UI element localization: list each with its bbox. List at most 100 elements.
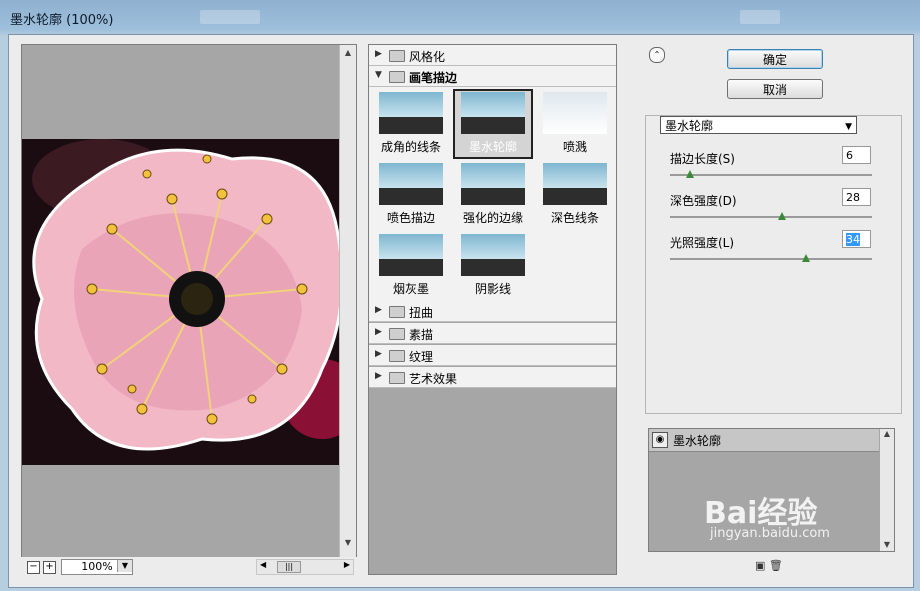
filter-select[interactable]: 墨水轮廓 ▼ [660,116,857,134]
slider-track[interactable] [670,216,872,218]
param-dark-intensity: 深色强度(D) 28 [670,188,875,232]
category-distort[interactable]: ▶ 扭曲 [369,301,616,322]
titlebar-ghost-2 [740,10,780,24]
param-stroke-length: 描边长度(S) 6 [670,146,875,190]
param-label: 深色强度(D) [670,194,737,208]
filter-thumbnails: 成角的线条 墨水轮廓 喷溅 喷色描边 强化的边缘 深色线条 烟灰墨 阴影线 [369,87,616,301]
filter-preview-icon [461,234,525,276]
category-label: 扭曲 [409,306,434,320]
category-label: 风格化 [409,50,446,64]
title-bar: 墨水轮廓 (100%) [0,0,920,34]
filter-thumb-dark-strokes[interactable]: 深色线条 [535,160,615,230]
filter-thumb-ink-outlines[interactable]: 墨水轮廓 [453,89,533,159]
scroll-left-icon[interactable]: ◀ [260,560,266,569]
scroll-up-icon[interactable]: ▲ [880,429,894,438]
param-light-intensity: 光照强度(L) 34 [670,230,875,274]
expand-arrow-icon: ▶ [375,49,382,59]
category-artistic[interactable]: ▶ 艺术效果 [369,367,616,388]
filter-thumb-crosshatch[interactable]: 阴影线 [453,231,533,301]
category-label: 画笔描边 [409,71,458,85]
delete-layer-icon[interactable]: 🗑 [769,559,783,572]
category-texture[interactable]: ▶ 纹理 [369,345,616,366]
stroke-length-input[interactable]: 6 [842,146,871,164]
layer-buttons: ▣ 🗑 [755,559,783,572]
category-brush-strokes[interactable]: ▼ 画笔描边 [369,66,616,87]
filter-params-panel: 墨水轮廓 ▼ 描边长度(S) 6 深色强度(D) 28 光照强度(L) 34 [645,115,902,414]
thumb-caption: 喷色描边 [386,211,435,225]
thumb-caption: 阴影线 [474,282,511,296]
filter-preview-icon [379,234,443,276]
zoom-dropdown-icon[interactable]: ▼ [117,560,132,572]
slider-track[interactable] [670,174,872,176]
expand-arrow-icon: ▶ [375,327,382,337]
filter-preview-icon [461,163,525,205]
scroll-right-icon[interactable]: ▶ [344,560,350,569]
layers-scrollbar[interactable]: ▲ ▼ [880,429,894,551]
preview-image [22,139,342,465]
preview-panel[interactable]: ▲ ▼ [21,44,357,559]
ok-button[interactable]: 确定 [727,49,823,69]
effect-layer-name: 墨水轮廓 [673,434,722,448]
folder-icon [389,372,405,384]
folder-icon [389,306,405,318]
folder-icon [389,71,405,83]
folder-icon [389,328,405,340]
category-stylize[interactable]: ▶ 风格化 [369,45,616,66]
effect-layer[interactable]: ◉ 墨水轮廓 [649,429,879,452]
filter-preview-icon [379,92,443,134]
window-title: 墨水轮廓 (100%) [10,13,114,28]
filter-select-value: 墨水轮廓 [665,119,714,133]
filter-preview-icon [461,92,525,134]
param-value: 28 [846,191,860,204]
slider-knob[interactable] [686,170,694,178]
zoom-in-button[interactable]: + [43,561,56,574]
scroll-down-icon[interactable]: ▼ [340,535,356,551]
slider-track[interactable] [670,258,872,260]
filter-thumb-angled-strokes[interactable]: 成角的线条 [371,89,451,159]
collapse-gallery-icon[interactable]: ⌃ [649,47,665,63]
filter-thumb-spatter[interactable]: 喷溅 [535,89,615,159]
filter-preview-icon [543,163,607,205]
scroll-thumb[interactable]: ||| [277,561,301,573]
dialog-window: 墨水轮廓 (100%) ▲ ▼ − + 100% ▼ ◀ ||| ▶ ▶ 风格化… [0,0,920,591]
category-label: 艺术效果 [409,372,458,386]
scroll-up-icon[interactable]: ▲ [340,45,356,61]
new-layer-icon[interactable]: ▣ [755,559,765,572]
expand-arrow-icon: ▶ [375,305,382,315]
category-sketch[interactable]: ▶ 素描 [369,323,616,344]
thumb-caption: 烟灰墨 [392,282,429,296]
param-label: 光照强度(L) [670,236,735,250]
titlebar-ghost-1 [200,10,260,24]
preview-vertical-scrollbar[interactable]: ▲ ▼ [339,45,356,559]
filter-thumb-sumi-e[interactable]: 烟灰墨 [371,231,451,301]
param-value: 34 [846,233,860,246]
slider-knob[interactable] [778,212,786,220]
dark-intensity-input[interactable]: 28 [842,188,871,206]
expand-arrow-icon: ▶ [375,349,382,359]
expand-arrow-icon: ▶ [375,371,382,381]
watermark-url: jingyan.baidu.com [710,526,830,541]
slider-knob[interactable] [802,254,810,262]
cancel-button[interactable]: 取消 [727,79,823,99]
zoom-value: 100% [81,560,113,573]
scroll-down-icon[interactable]: ▼ [880,540,894,549]
collapse-arrow-icon: ▼ [375,70,382,80]
folder-icon [389,350,405,362]
thumb-caption: 强化的边缘 [462,211,523,225]
zoom-out-button[interactable]: − [27,561,40,574]
light-intensity-input[interactable]: 34 [842,230,871,248]
filter-gallery: ▶ 风格化 ▼ 画笔描边 成角的线条 墨水轮廓 喷溅 喷色描边 强化的边缘 深色… [368,44,617,575]
chevron-down-icon: ▼ [845,122,852,132]
filter-preview-icon [543,92,607,134]
thumb-caption: 深色线条 [550,211,599,225]
param-value: 6 [846,149,853,162]
category-label: 素描 [409,328,434,342]
category-label: 纹理 [409,350,434,364]
eye-icon[interactable]: ◉ [652,432,668,448]
preview-horizontal-scrollbar[interactable]: ◀ ||| ▶ [256,559,354,575]
zoom-bar: − + 100% ▼ ◀ ||| ▶ [21,557,357,577]
thumb-caption: 喷溅 [562,140,587,154]
filter-thumb-accented-edges[interactable]: 强化的边缘 [453,160,533,230]
filter-thumb-sprayed-strokes[interactable]: 喷色描边 [371,160,451,230]
filter-preview-icon [379,163,443,205]
